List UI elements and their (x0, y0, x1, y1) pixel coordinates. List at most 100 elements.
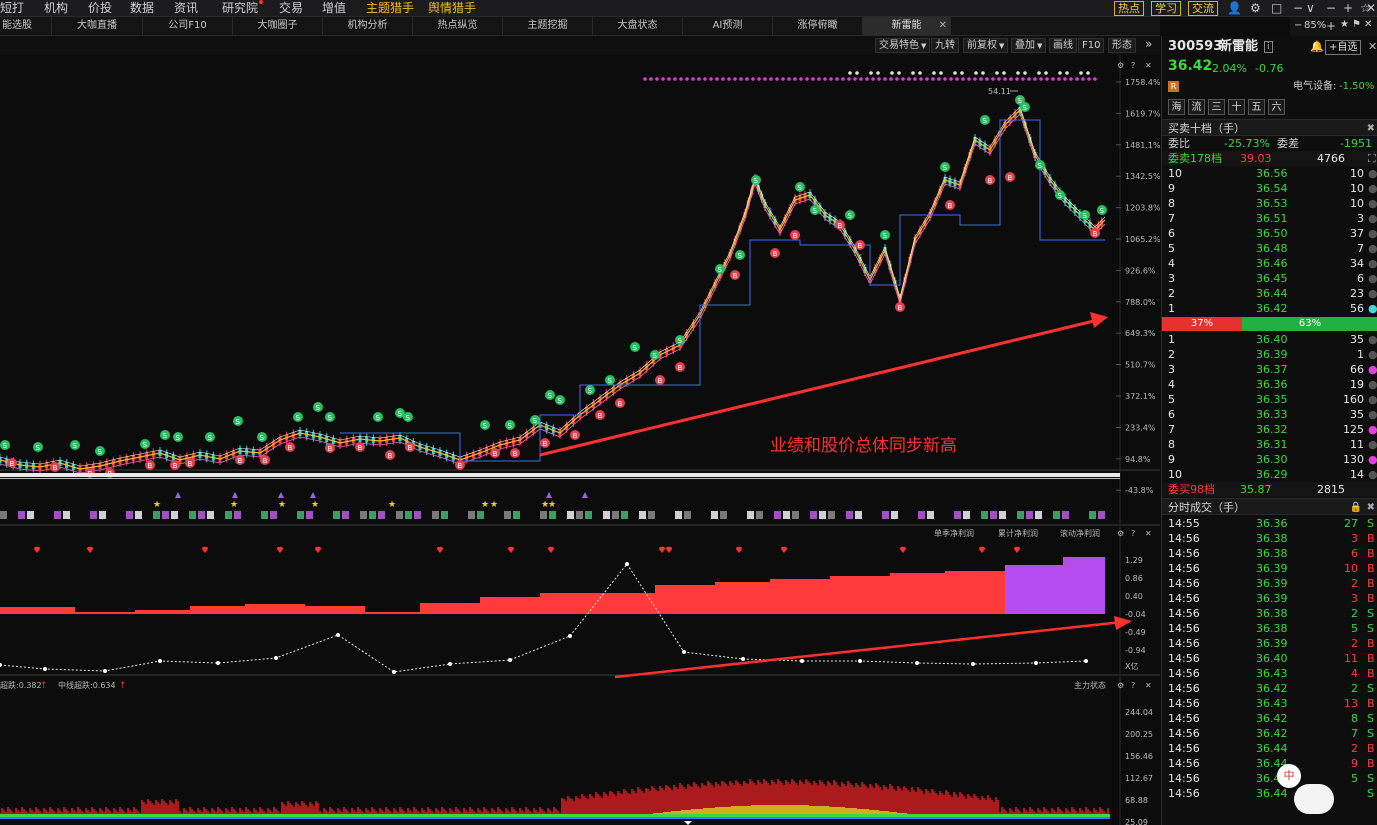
help-icon[interactable]: ? (1131, 529, 1135, 538)
menu-item-1[interactable]: 机构 (44, 0, 68, 16)
ask-row[interactable]: 1 36.42 56 ● (1162, 301, 1377, 316)
ask-row[interactable]: 6 36.50 37 ● (1162, 226, 1377, 241)
user-icon[interactable]: 👤 (1227, 0, 1242, 16)
tool-btn-1[interactable]: 流 (1188, 99, 1205, 115)
ask-row[interactable]: 8 36.53 10 ● (1162, 196, 1377, 211)
tab-close-icon[interactable]: ✕ (939, 17, 947, 35)
collapse-icon[interactable]: ✖ (1367, 120, 1375, 137)
menu-item-4[interactable]: 资讯 (174, 0, 198, 16)
zoom-in-icon[interactable]: + (1326, 19, 1336, 33)
toolbar-btn-6[interactable]: 形态 (1108, 38, 1136, 53)
alert-icon[interactable]: 🔔 (1310, 39, 1324, 54)
close-icon[interactable]: ✖ (1367, 499, 1375, 516)
menu-item-7[interactable]: 增值 (322, 0, 346, 16)
menu-item-5[interactable]: 研究院 (222, 0, 264, 16)
tab-0[interactable]: 能选股 (0, 17, 52, 35)
toolbar-btn-0[interactable]: 交易特色 ▼ (875, 38, 931, 53)
close-icon[interactable]: ✕ (1368, 39, 1377, 54)
bid-row[interactable]: 10 36.29 14 ● (1162, 467, 1377, 482)
info-icon[interactable]: i (1264, 41, 1273, 53)
kline-chart[interactable]: 1758.4% 1619.7% 1481.1% 1342.5% 1203.8% 1065.… (0, 55, 1160, 825)
ask-row[interactable]: 7 36.51 3 ● (1162, 211, 1377, 226)
menu-item-8[interactable]: 主题猎手 (366, 0, 414, 16)
profit-tab-2[interactable]: 滚动净利润 (1060, 528, 1100, 538)
quick-btn-0[interactable]: 热点 (1114, 1, 1144, 16)
bid-row[interactable]: 1 36.40 35 ● (1162, 332, 1377, 347)
profit-tab-0[interactable]: 单季净利润 (934, 528, 974, 538)
close-icon[interactable]: ✕ (1145, 681, 1152, 690)
settings-icon[interactable]: ⚙ (1117, 529, 1124, 538)
bid-row[interactable]: 3 36.37 66 ● (1162, 362, 1377, 377)
profit-tab-1[interactable]: 累计净利润 (998, 528, 1038, 538)
gear-icon[interactable]: ⚙ (1250, 0, 1261, 16)
bid-row[interactable]: 7 36.32 125 ● (1162, 422, 1377, 437)
bid-row[interactable]: 5 36.35 160 ● (1162, 392, 1377, 407)
tab-6[interactable]: 主题挖掘 (503, 17, 593, 35)
minus-icon[interactable]: − (1293, 0, 1303, 16)
ask-row[interactable]: 2 36.44 23 ● (1162, 286, 1377, 301)
tab-2[interactable]: 公司F10 (143, 17, 233, 35)
ask-row[interactable]: 3 36.45 6 ● (1162, 271, 1377, 286)
svg-text:B: B (1008, 174, 1013, 182)
chevron-down-icon[interactable]: ∨ (1306, 0, 1315, 16)
toolbar-btn-1[interactable]: 九转 (931, 38, 959, 53)
star-icon[interactable]: ★ (1340, 19, 1349, 30)
sector-name[interactable]: 电气设备: (1293, 79, 1336, 94)
close-icon[interactable]: ✕ (1364, 19, 1372, 30)
menu-item-6[interactable]: 交易 (279, 0, 303, 16)
quick-btn-2[interactable]: 交流 (1188, 1, 1218, 16)
bid-row[interactable]: 4 36.36 19 ● (1162, 377, 1377, 392)
main-force-title[interactable]: 主力状态 (1074, 680, 1106, 690)
tab-9[interactable]: 涨停俯瞰 (773, 17, 863, 35)
assistant-cloud-icon[interactable] (1294, 784, 1334, 814)
bid-row[interactable]: 2 36.39 1 ● (1162, 347, 1377, 362)
ask-row[interactable]: 5 36.48 7 ● (1162, 241, 1377, 256)
tool-btn-3[interactable]: 十 (1228, 99, 1245, 115)
bid-row[interactable]: 8 36.31 11 ● (1162, 437, 1377, 452)
bid-row[interactable]: 9 36.30 130 ● (1162, 452, 1377, 467)
close-icon[interactable]: ✕ (1145, 529, 1152, 538)
pin-icon[interactable]: ⚑ (1352, 19, 1361, 30)
tab-3[interactable]: 大咖圈子 (233, 17, 323, 35)
lock-icon[interactable]: 🔒 (1350, 499, 1362, 516)
quick-btn-1[interactable]: 学习 (1151, 1, 1181, 16)
tab-10[interactable]: 新雷能 ✕ (863, 17, 951, 35)
close-icon[interactable]: ✕ (1366, 0, 1376, 16)
tool-btn-4[interactable]: 五 (1248, 99, 1265, 115)
tab-1[interactable]: 大咖直播 (52, 17, 143, 35)
window-icon[interactable]: □ (1271, 0, 1282, 16)
tab-8[interactable]: AI预测 (683, 17, 773, 35)
toolbar-btn-3[interactable]: 叠加 ▼ (1011, 38, 1047, 53)
menu-item-2[interactable]: 价投 (88, 0, 112, 16)
svg-text:S: S (483, 422, 488, 430)
menu-item-3[interactable]: 数据 (130, 0, 154, 16)
ask-row[interactable]: 10 36.56 10 ● (1162, 166, 1377, 181)
help-icon[interactable]: ? (1131, 681, 1135, 690)
zoom-out-icon[interactable]: − (1294, 20, 1302, 31)
tool-btn-2[interactable]: 三 (1208, 99, 1225, 115)
help-icon[interactable]: ? (1131, 61, 1135, 70)
tab-4[interactable]: 机构分析 (323, 17, 413, 35)
expand-icon[interactable]: ⛶ (1368, 151, 1376, 166)
minus-icon-2[interactable]: − (1326, 0, 1336, 16)
ask-row[interactable]: 4 36.46 34 ● (1162, 256, 1377, 271)
tab-7[interactable]: 大盘状态 (593, 17, 683, 35)
tab-5[interactable]: 热点纵览 (413, 17, 503, 35)
settings-icon[interactable]: ⚙ (1117, 681, 1124, 690)
assistant-mascot-icon[interactable]: 中 (1277, 764, 1301, 788)
bid-row[interactable]: 6 36.33 35 ● (1162, 407, 1377, 422)
expand-icon[interactable]: » (1142, 37, 1155, 52)
tool-btn-5[interactable]: 六 (1268, 99, 1285, 115)
add-watchlist-button[interactable]: +自选 (1325, 40, 1362, 55)
close-icon[interactable]: ✕ (1145, 61, 1152, 70)
toolbar-btn-2[interactable]: 前复权 ▼ (963, 38, 1009, 53)
tool-btn-0[interactable]: 海 (1168, 99, 1185, 115)
settings-icon[interactable]: ⚙ (1117, 61, 1124, 70)
menu-item-0[interactable]: 短打 (0, 0, 24, 16)
menu-item-9[interactable]: 舆情猎手 (428, 0, 476, 16)
zoom-in-icon[interactable]: + (1343, 0, 1353, 16)
toolbar-btn-4[interactable]: 画线 (1049, 38, 1077, 53)
toolbar-btn-5[interactable]: F10 (1078, 38, 1105, 53)
ask-row[interactable]: 9 36.54 10 ● (1162, 181, 1377, 196)
buy-total-row: 委买98档 35.87 2815 (1162, 482, 1377, 497)
